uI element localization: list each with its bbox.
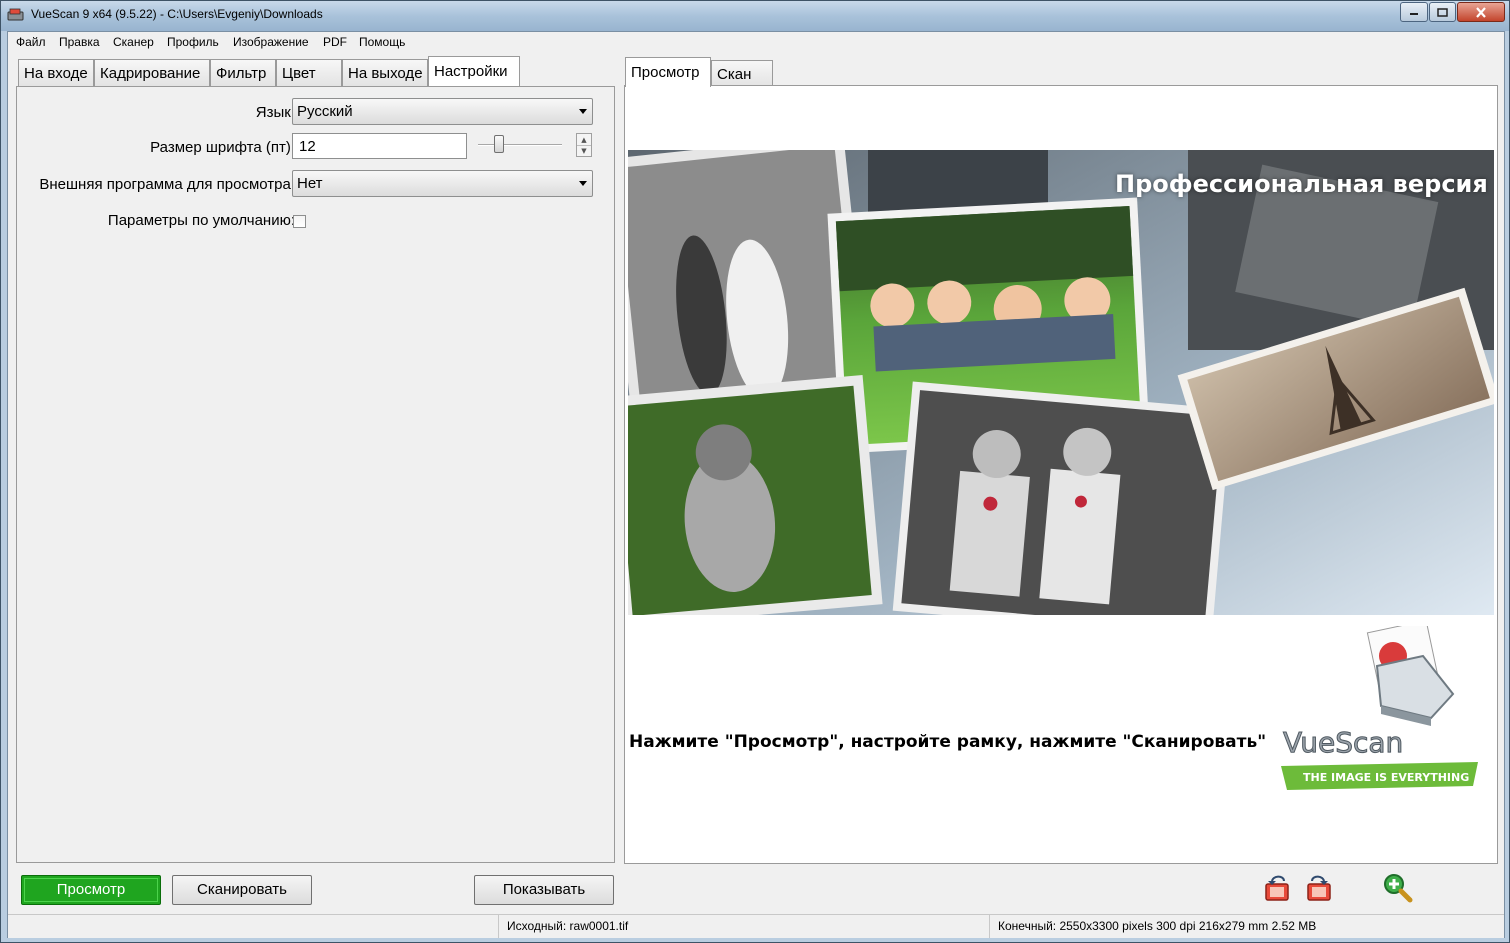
menu-help[interactable]: Помощь bbox=[359, 35, 405, 49]
menu-file[interactable]: Файл bbox=[16, 35, 46, 49]
spin-up-icon[interactable]: ▲ bbox=[577, 134, 591, 145]
menu-scanner[interactable]: Сканер bbox=[113, 35, 154, 49]
font-size-spinner[interactable]: ▲ ▼ bbox=[576, 133, 592, 157]
client-area: Файл Правка Сканер Профиль Изображение P… bbox=[7, 31, 1505, 938]
font-size-slider-track[interactable] bbox=[478, 144, 562, 146]
language-label: Язык: bbox=[255, 104, 295, 121]
rotate-left-icon[interactable] bbox=[1262, 872, 1294, 904]
zoom-in-icon[interactable] bbox=[1382, 872, 1414, 904]
font-size-slider-thumb[interactable] bbox=[494, 135, 504, 153]
scan-button[interactable]: Сканировать bbox=[172, 875, 312, 905]
menu-pdf[interactable]: PDF bbox=[323, 35, 347, 49]
photo-collage bbox=[628, 150, 1494, 615]
status-source: Исходный: raw0001.tif bbox=[498, 915, 989, 938]
show-button[interactable]: Показывать bbox=[474, 875, 614, 905]
viewer-select[interactable]: Нет bbox=[292, 170, 593, 197]
chevron-down-icon bbox=[579, 109, 587, 114]
viewer-label: Внешняя программа для просмотра: bbox=[39, 176, 295, 193]
minimize-icon bbox=[1410, 13, 1418, 15]
language-value: Русский bbox=[297, 103, 353, 120]
tab-scan[interactable]: Скан bbox=[711, 60, 773, 87]
logo-wordmark: VueScan bbox=[1283, 726, 1403, 759]
settings-panel: Язык: Русский Размер шрифта (пт): 12 ▲ ▼… bbox=[16, 86, 615, 863]
viewer-value: Нет bbox=[297, 175, 323, 192]
font-size-input[interactable]: 12 bbox=[292, 133, 467, 159]
language-select[interactable]: Русский bbox=[292, 98, 593, 125]
status-output: Конечный: 2550x3300 pixels 300 dpi 216x2… bbox=[989, 915, 1504, 938]
tab-crop[interactable]: Кадрирование bbox=[94, 59, 210, 86]
spin-down-icon[interactable]: ▼ bbox=[577, 145, 591, 156]
chevron-down-icon bbox=[579, 181, 587, 186]
instruction-text: Нажмите "Просмотр", настройте рамку, наж… bbox=[629, 732, 1267, 752]
tab-preview[interactable]: Просмотр bbox=[625, 57, 711, 87]
scanner-logo-icon: VueScan THE IMAGE IS EVERYTHING bbox=[1281, 619, 1478, 790]
rotate-right-icon[interactable] bbox=[1302, 872, 1334, 904]
tab-input[interactable]: На входе bbox=[18, 59, 94, 86]
font-size-label: Размер шрифта (пт): bbox=[150, 139, 295, 156]
maximize-button[interactable] bbox=[1429, 2, 1456, 22]
vuescan-app-icon[interactable] bbox=[7, 7, 25, 24]
defaults-label: Параметры по умолчанию: bbox=[107, 212, 295, 229]
preview-panel: Профессиональная версия Нажмите "Просмот… bbox=[624, 85, 1498, 864]
title-bar[interactable]: VueScan 9 x64 (9.5.22) - C:\Users\Evgeni… bbox=[1, 1, 1509, 31]
preview-button[interactable]: Просмотр bbox=[21, 875, 161, 905]
menu-image[interactable]: Изображение bbox=[233, 35, 309, 49]
tab-color[interactable]: Цвет bbox=[276, 59, 342, 86]
close-icon bbox=[1476, 6, 1486, 18]
menu-profile[interactable]: Профиль bbox=[167, 35, 219, 49]
tab-filter[interactable]: Фильтр bbox=[210, 59, 276, 86]
vuescan-logo: VueScan THE IMAGE IS EVERYTHING bbox=[1273, 619, 1489, 806]
promo-banner-image: Профессиональная версия bbox=[628, 150, 1494, 615]
status-bar: Исходный: raw0001.tif Конечный: 2550x330… bbox=[8, 914, 1504, 938]
minimize-button[interactable] bbox=[1400, 2, 1428, 22]
app-window: VueScan 9 x64 (9.5.22) - C:\Users\Evgeni… bbox=[0, 0, 1510, 943]
tab-settings[interactable]: Настройки bbox=[428, 56, 520, 86]
maximize-icon bbox=[1437, 7, 1448, 17]
defaults-checkbox[interactable] bbox=[293, 215, 306, 228]
menu-edit[interactable]: Правка bbox=[59, 35, 100, 49]
menu-bar: Файл Правка Сканер Профиль Изображение P… bbox=[8, 32, 1504, 52]
tab-output[interactable]: На выходе bbox=[342, 59, 428, 86]
banner-title: Профессиональная версия bbox=[1115, 170, 1488, 198]
logo-tagline: THE IMAGE IS EVERYTHING bbox=[1303, 771, 1469, 784]
window-title: VueScan 9 x64 (9.5.22) - C:\Users\Evgeni… bbox=[31, 7, 323, 21]
close-button[interactable] bbox=[1457, 2, 1505, 22]
